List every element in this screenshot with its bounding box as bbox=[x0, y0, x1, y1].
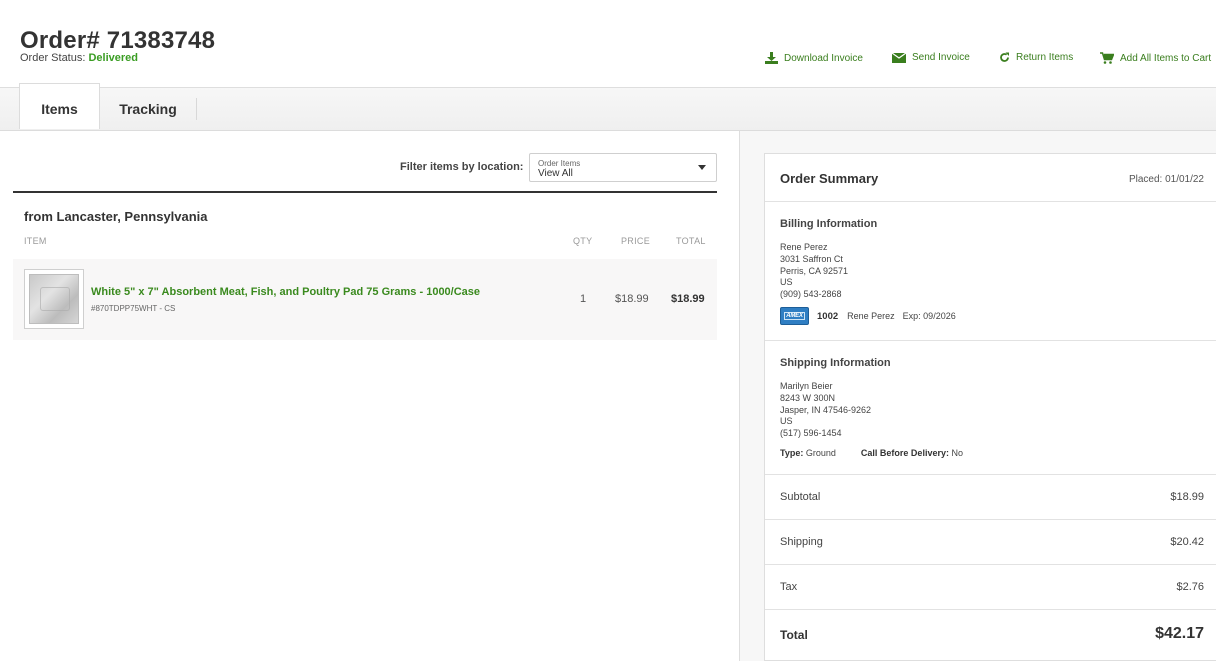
card-holder: Rene Perez bbox=[847, 311, 895, 321]
tab-bar: Items Tracking bbox=[0, 83, 1216, 131]
tax-row: Tax $2.76 bbox=[765, 565, 1216, 610]
chevron-down-icon bbox=[698, 165, 706, 170]
subtotal-value: $18.99 bbox=[1170, 491, 1204, 503]
add-all-to-cart-button[interactable]: Add All Items to Cart bbox=[1100, 52, 1211, 64]
call-before-delivery-value: No bbox=[951, 448, 963, 458]
order-title: Order# 71383748 bbox=[20, 27, 216, 54]
cart-icon bbox=[1100, 52, 1114, 64]
placed-date: Placed: 01/01/22 bbox=[1128, 174, 1204, 185]
tab-tracking[interactable]: Tracking bbox=[100, 87, 196, 131]
subtotal-label: Subtotal bbox=[780, 491, 821, 503]
download-icon bbox=[765, 52, 778, 64]
card-last4: 1002 bbox=[817, 310, 839, 322]
filter-select-value: View All bbox=[538, 168, 573, 179]
column-header-price: PRICE bbox=[621, 236, 651, 246]
shipping-name: Marilyn Beier bbox=[780, 381, 833, 391]
return-items-button[interactable]: Return Items bbox=[999, 52, 1073, 63]
product-name-link[interactable]: White 5" x 7" Absorbent Meat, Fish, and … bbox=[91, 286, 480, 298]
subtotal-row: Subtotal $18.99 bbox=[765, 475, 1216, 520]
shipping-cost-value: $20.42 bbox=[1170, 536, 1204, 548]
send-invoice-label: Send Invoice bbox=[912, 52, 970, 63]
filter-label: Filter items by location: bbox=[400, 161, 524, 173]
return-items-label: Return Items bbox=[1016, 52, 1074, 63]
billing-phone: (909) 543-2868 bbox=[780, 289, 842, 300]
shipping-cost-label: Shipping bbox=[780, 536, 823, 548]
shipping-street: 8243 W 300N bbox=[780, 392, 836, 403]
column-header-item: ITEM bbox=[24, 236, 47, 246]
shipping-meta: Type: Ground Call Before Delivery: No bbox=[780, 448, 963, 458]
send-invoice-button[interactable]: Send Invoice bbox=[892, 52, 970, 63]
shipping-type-label: Type: bbox=[780, 448, 804, 458]
tax-value: $2.76 bbox=[1176, 581, 1204, 593]
total-value: $42.17 bbox=[1155, 625, 1204, 642]
amex-card-icon: AMEX bbox=[780, 307, 809, 325]
amex-card-brand: AMEX bbox=[784, 312, 805, 320]
shipping-section: Shipping Information Marilyn Beier 8243 … bbox=[765, 341, 1216, 475]
item-qty: 1 bbox=[580, 293, 587, 305]
tab-divider bbox=[196, 98, 197, 120]
location-filter-select[interactable]: Order Items View All bbox=[529, 153, 717, 182]
billing-country: US bbox=[780, 277, 793, 288]
billing-city: Perris, CA 92571 bbox=[780, 265, 849, 276]
item-price: $18.99 bbox=[615, 293, 649, 305]
summary-header: Order Summary Placed: 01/01/22 bbox=[765, 154, 1216, 202]
shipping-cost-row: Shipping $20.42 bbox=[765, 520, 1216, 565]
column-header-total: TOTAL bbox=[676, 236, 706, 246]
call-before-delivery-label: Call Before Delivery: bbox=[860, 448, 949, 458]
add-all-to-cart-label: Add All Items to Cart bbox=[1120, 52, 1212, 64]
shipping-title: Shipping Information bbox=[780, 357, 891, 369]
filter-select-caption: Order Items bbox=[538, 159, 581, 168]
product-sku: #870TDPP75WHT - CS bbox=[91, 304, 176, 313]
product-thumbnail[interactable] bbox=[24, 269, 84, 329]
shipping-address: Marilyn Beier 8243 W 300N Jasper, IN 475… bbox=[780, 381, 871, 440]
refresh-icon bbox=[999, 52, 1010, 63]
envelope-icon bbox=[892, 52, 906, 63]
shipping-phone: (517) 596-1454 bbox=[780, 428, 842, 439]
billing-street: 3031 Saffron Ct bbox=[780, 253, 843, 264]
divider bbox=[13, 191, 717, 193]
billing-title: Billing Information bbox=[780, 218, 878, 230]
total-label: Total bbox=[780, 628, 808, 642]
shipping-type-value: Ground bbox=[805, 448, 836, 458]
summary-title: Order Summary bbox=[780, 171, 879, 186]
payment-card: AMEX 1002 Rene Perez Exp: 09/2026 bbox=[780, 307, 956, 325]
tax-label: Tax bbox=[780, 581, 798, 593]
total-row: Total $42.17 bbox=[765, 610, 1216, 661]
column-header-qty: QTY bbox=[573, 236, 593, 246]
download-invoice-button[interactable]: Download Invoice bbox=[765, 52, 863, 64]
billing-address: Rene Perez 3031 Saffron Ct Perris, CA 92… bbox=[780, 242, 848, 301]
item-total: $18.99 bbox=[671, 293, 705, 305]
shipping-city: Jasper, IN 47546-9262 bbox=[780, 404, 872, 415]
summary-panel: Order Summary Placed: 01/01/22 Billing I… bbox=[739, 131, 1216, 661]
download-invoice-label: Download Invoice bbox=[784, 52, 863, 64]
billing-name: Rene Perez bbox=[780, 242, 828, 252]
card-expiry: Exp: 09/2026 bbox=[902, 311, 956, 321]
billing-section: Billing Information Rene Perez 3031 Saff… bbox=[765, 202, 1216, 341]
items-panel: Filter items by location: Order Items Vi… bbox=[0, 131, 740, 661]
item-row: White 5" x 7" Absorbent Meat, Fish, and … bbox=[13, 259, 717, 340]
shipping-country: US bbox=[780, 416, 793, 427]
order-summary-card: Order Summary Placed: 01/01/22 Billing I… bbox=[764, 153, 1216, 661]
tab-items[interactable]: Items bbox=[19, 83, 100, 129]
location-heading: from Lancaster, Pennsylvania bbox=[24, 209, 208, 224]
page-header: Order# 71383748 Order Status: Delivered … bbox=[0, 0, 1216, 88]
product-image bbox=[29, 274, 79, 324]
order-actions: Download Invoice Send Invoice Return Ite… bbox=[0, 52, 1216, 68]
